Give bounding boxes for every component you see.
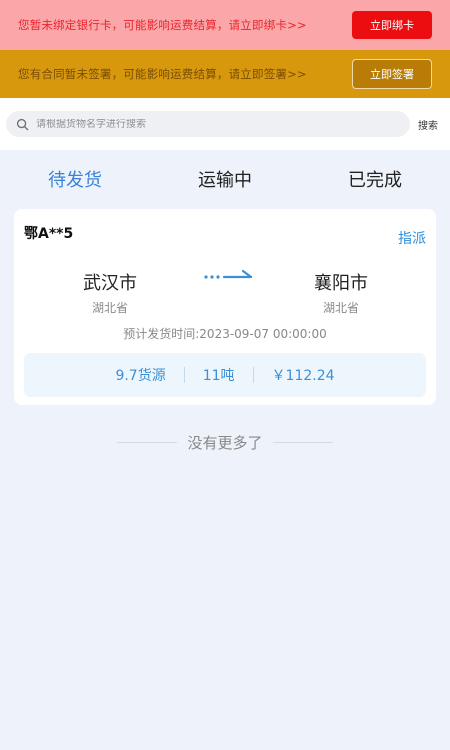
order-card[interactable]: 鄂A**5 指派 武汉市 湖北省 襄阳市 湖北省 预计发货时间:2023-09-… bbox=[14, 209, 436, 405]
contract-alert-text[interactable]: 您有合同暂未签署，可能影响运费结算，请立即签署>> bbox=[18, 66, 307, 82]
search-button[interactable]: 搜索 bbox=[418, 117, 438, 132]
goods-source: 9.7货源 bbox=[115, 368, 166, 384]
origin: 武汉市 湖北省 bbox=[65, 269, 155, 316]
search-bar: 搜索 bbox=[0, 98, 450, 150]
search-box[interactable] bbox=[6, 111, 410, 137]
bank-card-alert: 您暂未绑定银行卡，可能影响运费结算，请立即绑卡>> 立即绑卡 bbox=[0, 0, 450, 50]
origin-province: 湖北省 bbox=[91, 301, 128, 315]
search-icon bbox=[16, 118, 29, 130]
list-end-indicator: 没有更多了 bbox=[0, 432, 450, 453]
route-arrow-icon bbox=[204, 269, 253, 279]
divider bbox=[117, 442, 178, 443]
divider bbox=[272, 442, 333, 443]
sign-contract-button[interactable]: 立即签署 bbox=[352, 59, 432, 89]
destination-city: 襄阳市 bbox=[314, 273, 368, 294]
license-plate: 鄂A**5 bbox=[24, 226, 74, 242]
origin-city: 武汉市 bbox=[83, 273, 137, 294]
order-info-strip: 9.7货源 11吨 ￥112.24 bbox=[24, 353, 426, 397]
freight-price: ￥112.24 bbox=[271, 368, 335, 384]
search-input[interactable] bbox=[36, 118, 376, 130]
destination-province: 湖北省 bbox=[322, 301, 359, 315]
assign-button[interactable]: 指派 bbox=[398, 228, 426, 248]
tab-pending-shipment[interactable]: 待发货 bbox=[0, 166, 150, 192]
contract-alert: 您有合同暂未签署，可能影响运费结算，请立即签署>> 立即签署 bbox=[0, 50, 450, 98]
destination: 襄阳市 湖北省 bbox=[296, 269, 386, 316]
bank-card-alert-text[interactable]: 您暂未绑定银行卡，可能影响运费结算，请立即绑卡>> bbox=[18, 17, 307, 33]
tab-in-transit[interactable]: 运输中 bbox=[150, 166, 300, 192]
tab-completed[interactable]: 已完成 bbox=[300, 166, 450, 192]
expected-ship-time: 预计发货时间:2023-09-07 00:00:00 bbox=[123, 327, 327, 341]
bind-card-button[interactable]: 立即绑卡 bbox=[352, 11, 432, 39]
goods-weight: 11吨 bbox=[202, 368, 235, 384]
no-more-text: 没有更多了 bbox=[187, 434, 263, 452]
status-tabs: 待发货 运输中 已完成 bbox=[0, 150, 450, 208]
